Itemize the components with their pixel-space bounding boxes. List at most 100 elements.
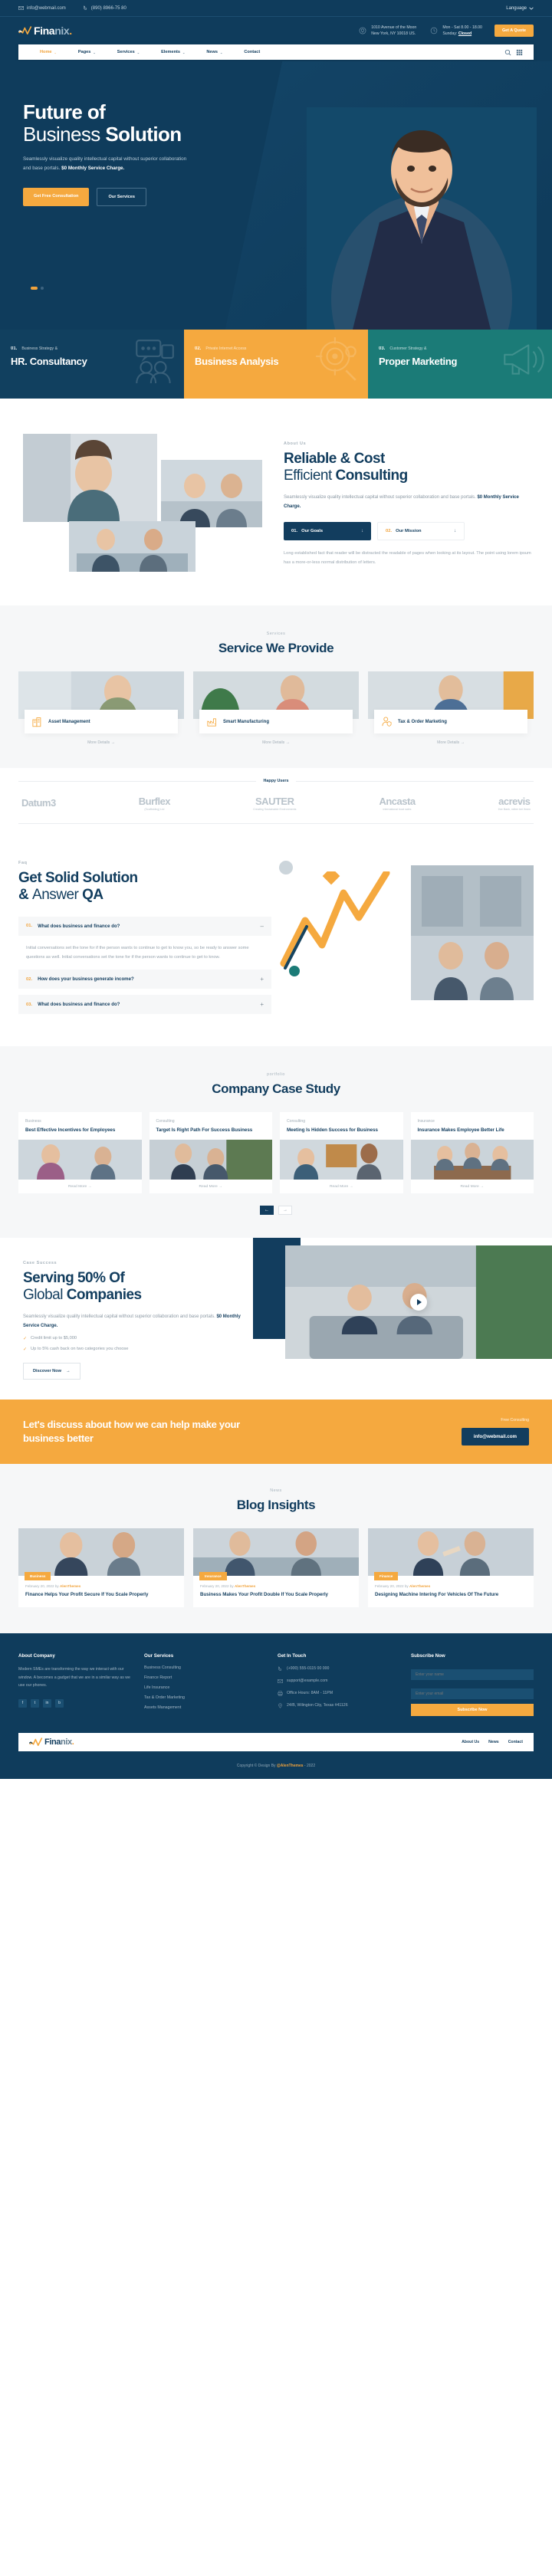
cases-next-button[interactable]: → xyxy=(278,1205,292,1215)
faq-num-3: 03. xyxy=(26,1002,33,1007)
about-tab-our-mission[interactable]: 02. Our Mission ↓ xyxy=(377,521,465,540)
footer-about-text: Modern SMEs are transforming the way we … xyxy=(18,1667,130,1688)
subscribe-name-input[interactable] xyxy=(411,1669,534,1681)
footer-service-link-5[interactable]: Assets Management xyxy=(144,1705,267,1710)
about-tab-our-goals[interactable]: 01. Our Goals ↓ xyxy=(284,521,371,540)
case-link-4[interactable]: Read More → xyxy=(411,1185,534,1189)
subscribe-button[interactable]: Subscribe Now xyxy=(411,1704,534,1717)
faq-eyebrow: Faq xyxy=(18,861,28,865)
blog-badge-1: Business xyxy=(25,1571,51,1580)
cases-tag: portfolio xyxy=(267,1072,285,1078)
play-button[interactable] xyxy=(410,1293,427,1311)
footer-logo[interactable]: Finanix. xyxy=(29,1737,74,1747)
blog-card-2[interactable]: Insurance February 20, 2022 by AlenTheme… xyxy=(193,1528,359,1608)
strip-3-number: 03. xyxy=(379,346,386,351)
brands-section: Happy Users Datum3 Burflex (Scaffolding) … xyxy=(0,768,552,838)
discover-now-button[interactable]: Discover Now → xyxy=(23,1362,80,1380)
cta-email-button[interactable]: info@webmail.com xyxy=(461,1427,529,1446)
search-icon[interactable] xyxy=(504,49,511,56)
arrow-down-icon: ↓ xyxy=(361,528,363,533)
faq-item-3[interactable]: 03. What does business and finance do? + xyxy=(18,995,271,1015)
about-tab-1-number: 01. xyxy=(291,528,298,533)
nav-item-services[interactable]: Services ⌄ xyxy=(107,50,150,54)
footer-link-contact[interactable]: Contact xyxy=(508,1740,523,1744)
facebook-icon[interactable]: f xyxy=(18,1698,27,1708)
nav-item-elements[interactable]: Elements ⌄ xyxy=(150,50,196,54)
minus-icon[interactable]: – xyxy=(261,923,264,930)
service-more-2[interactable]: More Details → xyxy=(193,740,359,745)
service-name-2: Smart Manufacturing xyxy=(223,719,270,724)
footer-link-about-us[interactable]: About Us xyxy=(462,1740,479,1744)
footer-service-link-4[interactable]: Tax & Order Marketing xyxy=(144,1695,267,1700)
serving-video-thumbnail[interactable] xyxy=(285,1245,552,1359)
twitter-icon[interactable]: t xyxy=(31,1698,39,1708)
footer-service-link-1[interactable]: Business Consulting xyxy=(144,1665,267,1670)
behance-icon[interactable]: b xyxy=(55,1698,64,1708)
cases-grid: Business Best Effective Incentives for E… xyxy=(18,1112,534,1193)
blog-card-1[interactable]: Business February 20, 2022 by AlenThemes… xyxy=(18,1528,184,1608)
topbar-email[interactable]: info@webmail.com xyxy=(18,5,66,11)
case-card-3[interactable]: Consulting Meeting Is Hidden Success for… xyxy=(280,1112,403,1193)
case-card-4[interactable]: Insurance Insurance Makes Employee Bette… xyxy=(410,1112,534,1193)
plus-icon[interactable]: + xyxy=(260,1001,264,1008)
case-link-3[interactable]: Read More → xyxy=(280,1185,403,1189)
footer-link-news[interactable]: News xyxy=(488,1740,499,1744)
linkedin-icon[interactable]: in xyxy=(43,1698,51,1708)
faq-answer-1: Initial conversations set the tone for i… xyxy=(26,945,249,960)
footer-service-link-3[interactable]: Life Insurance xyxy=(144,1685,267,1690)
service-more-1[interactable]: More Details → xyxy=(18,740,184,745)
plus-icon[interactable]: + xyxy=(260,976,264,983)
logo[interactable]: Finanix. xyxy=(18,25,72,37)
hero-carousel-dots[interactable] xyxy=(31,287,44,290)
footer-logo-text: Finanix. xyxy=(44,1738,74,1747)
footer-service-link-2[interactable]: Finance Report xyxy=(144,1675,267,1680)
faq-item-1[interactable]: 01. What does business and finance do? – xyxy=(18,916,271,936)
hero-dot-1[interactable] xyxy=(31,287,38,290)
service-name-1: Asset Management xyxy=(48,719,90,724)
footer-contact-phone[interactable]: (+900) 555-0115 00 000 xyxy=(278,1665,400,1672)
strip-hr-consultancy[interactable]: 01. Business Strategy & HR. Consultancy xyxy=(0,330,184,399)
map-pin-icon xyxy=(278,1703,282,1708)
subscribe-email-input[interactable] xyxy=(411,1688,534,1700)
strip-proper-marketing[interactable]: 03. Customer Strategy & Proper Marketing xyxy=(368,330,552,399)
serving-content: Case Success Serving 50% Of Global Compa… xyxy=(0,1238,253,1400)
strip-business-analysis[interactable]: 02. Private Internet Access Business Ana… xyxy=(184,330,368,399)
service-card-asset-management[interactable]: Asset Management More Details → xyxy=(18,671,184,745)
services-tag: Services xyxy=(266,632,286,636)
service-card-smart-manufacturing[interactable]: Smart Manufacturing More Details → xyxy=(193,671,359,745)
case-link-2[interactable]: Read More → xyxy=(150,1185,273,1189)
about-gallery xyxy=(18,429,271,575)
footer-contact-column: Get In Touch (+900) 555-0115 00 000 supp… xyxy=(278,1653,400,1716)
hero-dot-2[interactable] xyxy=(41,287,44,290)
get-a-quote-button[interactable]: Get A Quote xyxy=(494,25,534,37)
arrow-right-icon: → xyxy=(110,740,115,745)
nav-item-home[interactable]: Home ⌄ xyxy=(29,50,67,54)
blog-card-3[interactable]: Finance February 20, 2022 by AlenThemes … xyxy=(368,1528,534,1608)
blog-image-2: Insurance xyxy=(193,1528,359,1580)
grid-menu-icon[interactable] xyxy=(516,49,523,56)
our-services-button[interactable]: Our Services xyxy=(97,187,146,206)
language-selector[interactable]: Language xyxy=(506,6,534,11)
case-category-2: Consulting xyxy=(156,1119,175,1124)
faq-item-2[interactable]: 02. How does your business generate inco… xyxy=(18,970,271,989)
service-card-tax-order-marketing[interactable]: Tax & Order Marketing More Details → xyxy=(368,671,534,745)
nav-item-contact[interactable]: Contact xyxy=(233,50,271,54)
arrow-right-icon: → xyxy=(87,1184,92,1189)
case-image-1 xyxy=(18,1139,142,1180)
get-free-consultation-button[interactable]: Get Free Consultation xyxy=(23,187,90,206)
finanix-logo-icon xyxy=(18,26,32,34)
case-card-2[interactable]: Consulting Target Is Right Path For Succ… xyxy=(149,1112,273,1193)
cases-carousel-nav[interactable]: ← → xyxy=(18,1205,534,1215)
arrow-right-icon: → xyxy=(480,1184,484,1189)
nav-item-news[interactable]: News ⌄ xyxy=(196,50,233,54)
nav-item-pages[interactable]: Pages ⌄ xyxy=(67,50,107,54)
chat-group-icon xyxy=(136,340,174,383)
service-more-3[interactable]: More Details → xyxy=(368,740,534,745)
case-title-3: Meeting Is Hidden Success for Business xyxy=(287,1127,378,1134)
topbar-phone[interactable]: (890) 8966-75 80 xyxy=(83,5,127,11)
footer-contact-email[interactable]: support@example.com xyxy=(278,1678,400,1685)
case-card-1[interactable]: Business Best Effective Incentives for E… xyxy=(18,1112,142,1193)
copyright-brand[interactable]: @AlenThemes xyxy=(277,1764,304,1768)
case-link-1[interactable]: Read More → xyxy=(18,1185,142,1189)
cases-prev-button[interactable]: ← xyxy=(260,1205,274,1215)
